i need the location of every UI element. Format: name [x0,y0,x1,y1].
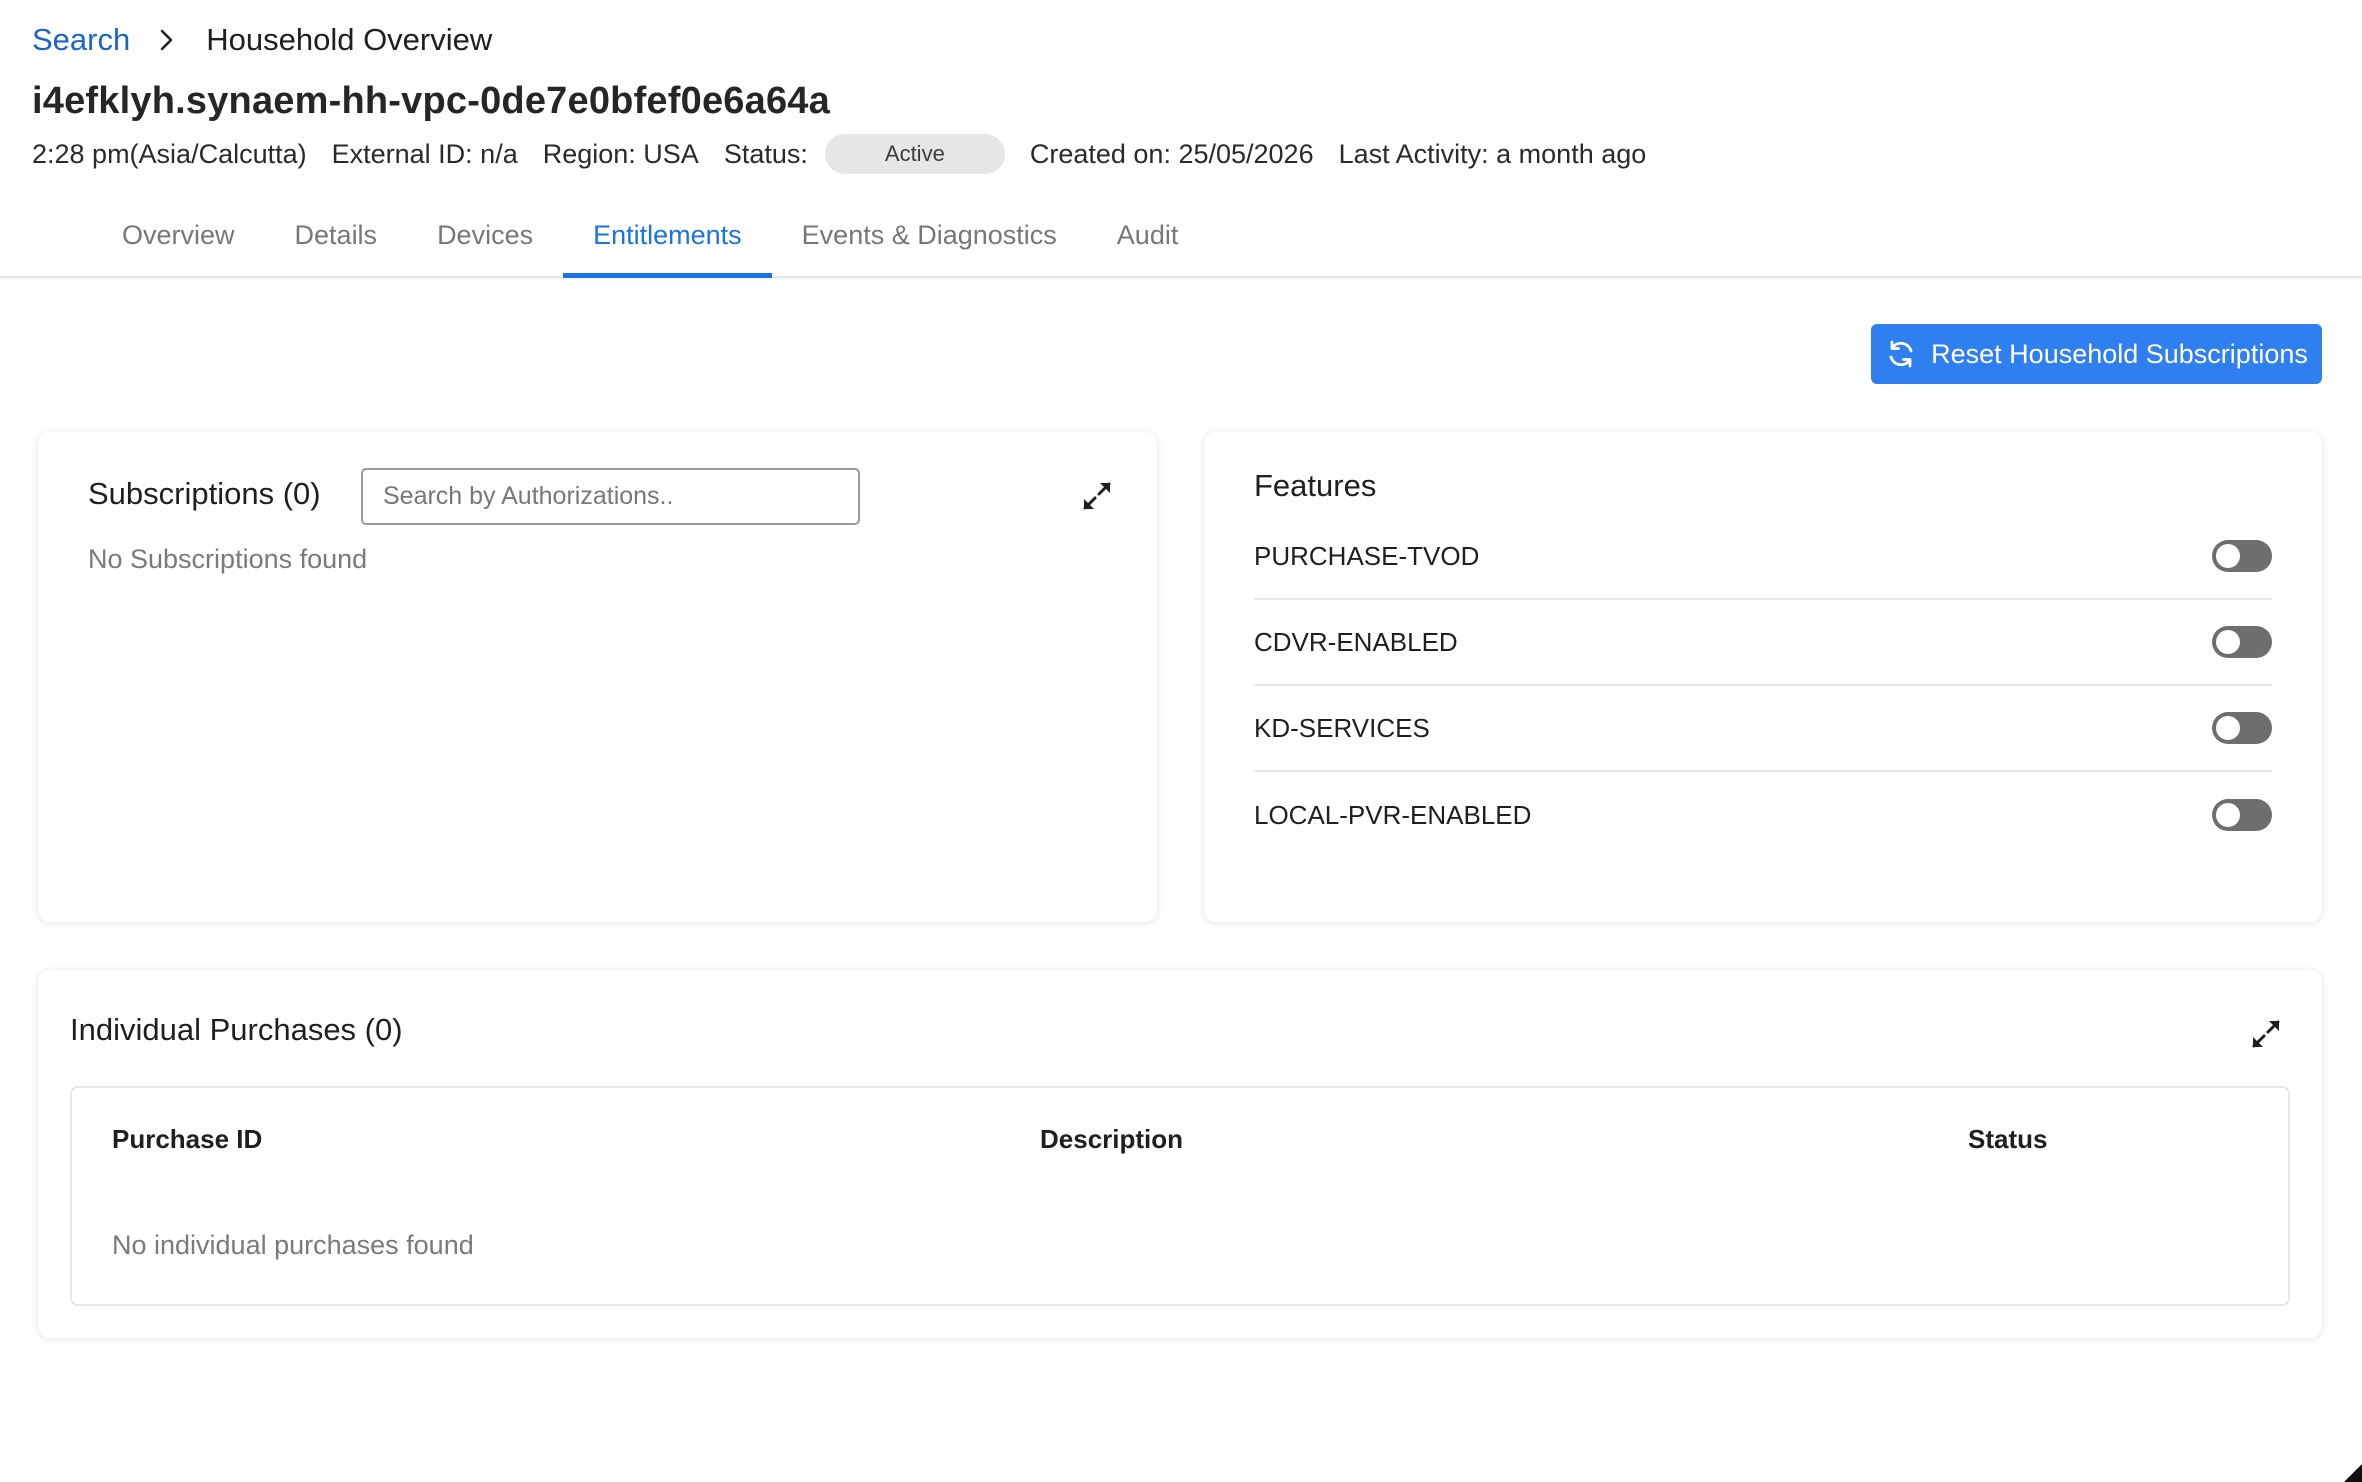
feature-toggle-cdvr-enabled[interactable] [2212,626,2272,658]
feature-label: PURCHASE-TVOD [1254,540,1480,571]
subscriptions-card: Subscriptions (0) No Subscriptions found [38,432,1157,922]
feature-row-purchase-tvod: PURCHASE-TVOD [1254,514,2272,600]
column-header-description: Description [1040,1124,1184,1154]
refresh-icon [1885,338,1917,370]
expand-icon[interactable] [1079,478,1115,514]
external-id: External ID: n/a [331,138,518,169]
column-header-status: Status [1968,1124,2048,1154]
feature-toggle-local-pvr-enabled[interactable] [2212,799,2272,831]
status-label: Status: [723,138,808,169]
subscriptions-title: Subscriptions (0) [88,476,321,511]
toggle-knob [2216,544,2240,568]
breadcrumb: Search Household Overview [32,22,492,58]
reset-button-label: Reset Household Subscriptions [1931,338,2308,369]
feature-row-local-pvr-enabled: LOCAL-PVR-ENABLED [1254,772,2272,858]
chevron-right-icon [154,28,178,52]
tab-events-diagnostics[interactable]: Events & Diagnostics [772,208,1087,276]
household-id-title: i4efklyh.synaem-hh-vpc-0de7e0bfef0e6a64a [32,80,830,122]
authorizations-search-input[interactable] [361,468,860,525]
individual-purchases-card: Individual Purchases (0) Purchase ID Des… [38,970,2322,1338]
tab-devices[interactable]: Devices [407,208,563,276]
feature-toggle-kd-services[interactable] [2212,712,2272,744]
feature-label: LOCAL-PVR-ENABLED [1254,799,1532,830]
toggle-knob [2216,630,2240,654]
expand-icon[interactable] [2248,1016,2284,1052]
purchases-empty-message: No individual purchases found [112,1230,474,1260]
subscriptions-empty-message: No Subscriptions found [88,544,368,574]
features-title: Features [1254,468,1377,503]
purchases-table: Purchase ID Description Status No indivi… [70,1086,2290,1306]
tab-overview[interactable]: Overview [92,208,265,276]
feature-row-cdvr-enabled: CDVR-ENABLED [1254,600,2272,686]
tab-bar: Overview Details Devices Entitlements Ev… [92,208,1209,278]
reset-household-subscriptions-button[interactable]: Reset Household Subscriptions [1871,324,2322,384]
tab-details[interactable]: Details [265,208,408,276]
breadcrumb-search-link[interactable]: Search [32,22,130,58]
household-time: 2:28 pm(Asia/Calcutta) [32,138,307,169]
page-header: Search Household Overview i4efklyh.synae… [0,0,2362,278]
window-resize-corner [2344,1464,2362,1482]
created-on: Created on: 25/05/2026 [1029,138,1314,169]
household-meta: 2:28 pm(Asia/Calcutta) External ID: n/a … [32,134,1671,174]
region: Region: USA [542,138,699,169]
column-header-purchase-id: Purchase ID [112,1124,263,1154]
features-card: Features PURCHASE-TVOD CDVR-ENABLED KD-S… [1204,432,2322,922]
status-badge: Active [824,134,1005,174]
toggle-knob [2216,716,2240,740]
entitlements-page: Search Household Overview i4efklyh.synae… [0,0,2362,1482]
toggle-knob [2216,803,2240,827]
individual-purchases-title: Individual Purchases (0) [70,1012,403,1047]
features-list: PURCHASE-TVOD CDVR-ENABLED KD-SERVICES L… [1254,514,2272,858]
last-activity: Last Activity: a month ago [1338,138,1647,169]
feature-toggle-purchase-tvod[interactable] [2212,540,2272,572]
tab-entitlements[interactable]: Entitlements [563,208,772,278]
feature-row-kd-services: KD-SERVICES [1254,686,2272,772]
feature-label: CDVR-ENABLED [1254,626,1458,657]
tab-audit[interactable]: Audit [1087,208,1209,276]
feature-label: KD-SERVICES [1254,712,1430,743]
breadcrumb-current: Household Overview [206,22,493,57]
